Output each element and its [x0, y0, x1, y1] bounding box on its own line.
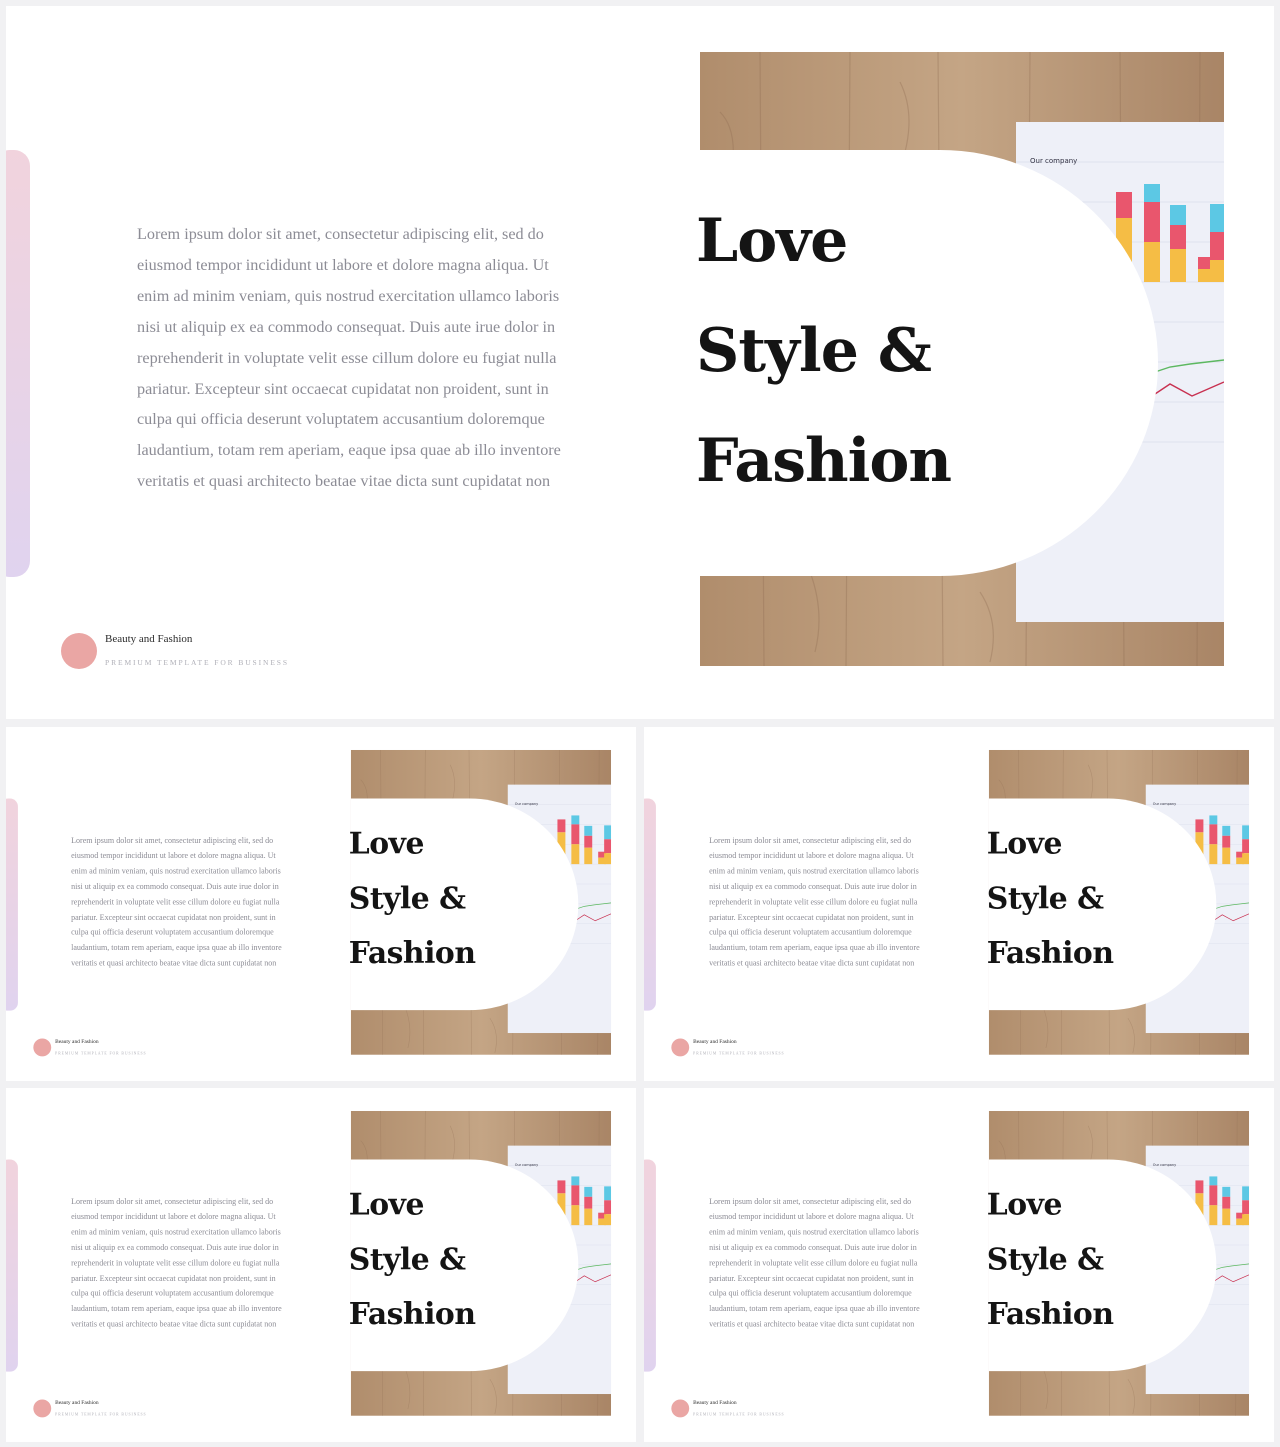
body-text: Lorem ipsum dolor sit amet, consectetur … — [709, 1196, 920, 1329]
slide-canvas: Lorem ipsum dolor sit amet, consectetur … — [6, 6, 1274, 719]
slide-thumb-2[interactable]: Lorem ipsum dolor sit amet, consectetur … — [644, 727, 1274, 1081]
brand-tagline: PREMIUM TEMPLATE FOR BUSINESS — [693, 1050, 785, 1056]
slide-canvas: Lorem ipsum dolor sit amet, consectetur … — [644, 727, 1274, 1081]
headline-line-2: Style & — [986, 881, 1104, 916]
slide-canvas: Lorem ipsum dolor sit amet, consectetur … — [6, 1088, 636, 1442]
headline-line-3: Fashion — [986, 1296, 1114, 1332]
slide-thumb-1[interactable]: Lorem ipsum dolor sit amet, consectetur … — [6, 727, 636, 1081]
brand-logo-dot — [33, 1038, 52, 1057]
brand-name: Beauty and Fashion — [105, 633, 193, 645]
body-text: Lorem ipsum dolor sit amet, consectetur … — [709, 835, 920, 968]
brand-tagline: PREMIUM TEMPLATE FOR BUSINESS — [693, 1411, 785, 1417]
body-text: Lorem ipsum dolor sit amet, consectetur … — [137, 225, 561, 491]
brand-name: Beauty and Fashion — [693, 1038, 737, 1045]
photo-caption: Our company — [1030, 157, 1077, 165]
accent-bar — [6, 798, 18, 1011]
headline: Love Style & Fashion — [349, 1177, 476, 1341]
brand-logo-dot — [671, 1399, 690, 1418]
accent-bar — [644, 798, 656, 1011]
photo-caption: Our company — [1153, 1163, 1176, 1167]
accent-bar — [6, 150, 30, 577]
slide-thumb-4[interactable]: Lorem ipsum dolor sit amet, consectetur … — [644, 1088, 1274, 1442]
brand-name: Beauty and Fashion — [693, 1399, 737, 1406]
photo-caption: Our company — [515, 1163, 538, 1167]
headline: Love Style & Fashion — [987, 1177, 1114, 1341]
headline: Love Style & Fashion — [696, 186, 952, 516]
headline-line-2: Style & — [348, 1242, 466, 1277]
body-text: Lorem ipsum dolor sit amet, consectetur … — [71, 835, 282, 968]
headline: Love Style & Fashion — [987, 816, 1114, 980]
headline-line-1: Love — [348, 826, 425, 862]
photo-caption: Our company — [515, 802, 538, 806]
brand-name: Beauty and Fashion — [55, 1399, 99, 1406]
headline-line-3: Fashion — [348, 935, 476, 971]
slide-canvas: Lorem ipsum dolor sit amet, consectetur … — [644, 1088, 1274, 1442]
brand-logo-dot — [61, 633, 97, 669]
headline-line-1: Love — [696, 206, 848, 276]
accent-bar — [644, 1159, 656, 1372]
headline-line-1: Love — [986, 1187, 1063, 1223]
accent-bar — [6, 1159, 18, 1372]
photo-caption: Our company — [1153, 802, 1176, 806]
brand-tagline: PREMIUM TEMPLATE FOR BUSINESS — [55, 1050, 147, 1056]
headline-line-2: Style & — [696, 316, 932, 386]
headline-line-2: Style & — [986, 1242, 1104, 1277]
brand-tagline: PREMIUM TEMPLATE FOR BUSINESS — [105, 658, 289, 667]
headline-line-3: Fashion — [696, 426, 952, 496]
headline-line-1: Love — [986, 826, 1063, 862]
slide-large[interactable]: Lorem ipsum dolor sit amet, consectetur … — [6, 6, 1274, 719]
headline-line-3: Fashion — [986, 935, 1114, 971]
brand-logo-dot — [671, 1038, 690, 1057]
body-text: Lorem ipsum dolor sit amet, consectetur … — [71, 1196, 282, 1329]
brand-tagline: PREMIUM TEMPLATE FOR BUSINESS — [55, 1411, 147, 1417]
headline-line-3: Fashion — [348, 1296, 476, 1332]
slide-thumb-3[interactable]: Lorem ipsum dolor sit amet, consectetur … — [6, 1088, 636, 1442]
headline: Love Style & Fashion — [349, 816, 476, 980]
headline-line-1: Love — [348, 1187, 425, 1223]
brand-name: Beauty and Fashion — [55, 1038, 99, 1045]
brand-logo-dot — [33, 1399, 52, 1418]
slide-canvas: Lorem ipsum dolor sit amet, consectetur … — [6, 727, 636, 1081]
headline-line-2: Style & — [348, 881, 466, 916]
